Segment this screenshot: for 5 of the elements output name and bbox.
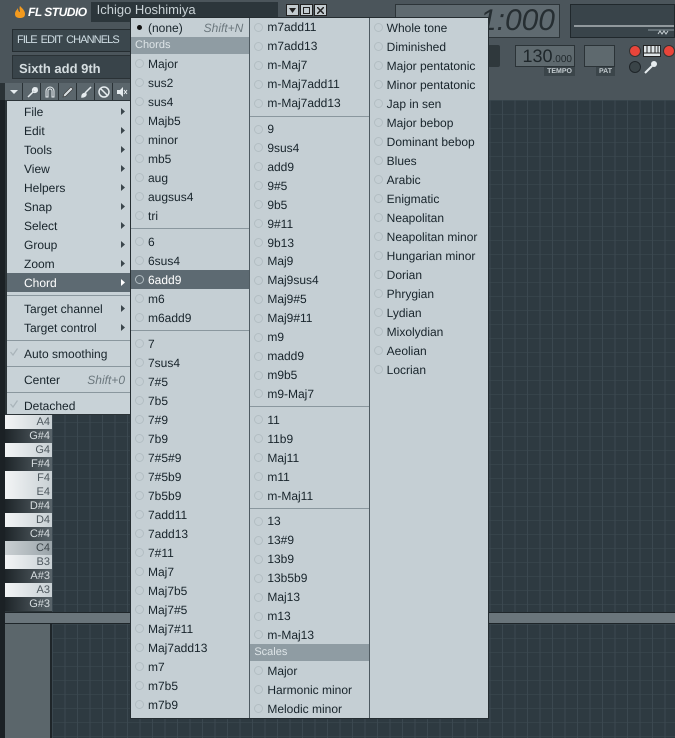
menu-header: Scales <box>250 644 369 662</box>
shortcut-text: Shift+N <box>204 20 244 36</box>
shortcut-text: Shift+0 <box>87 372 125 388</box>
menu-header: Chords <box>131 37 250 54</box>
app-logo-text: FL STUDIO <box>28 6 87 18</box>
